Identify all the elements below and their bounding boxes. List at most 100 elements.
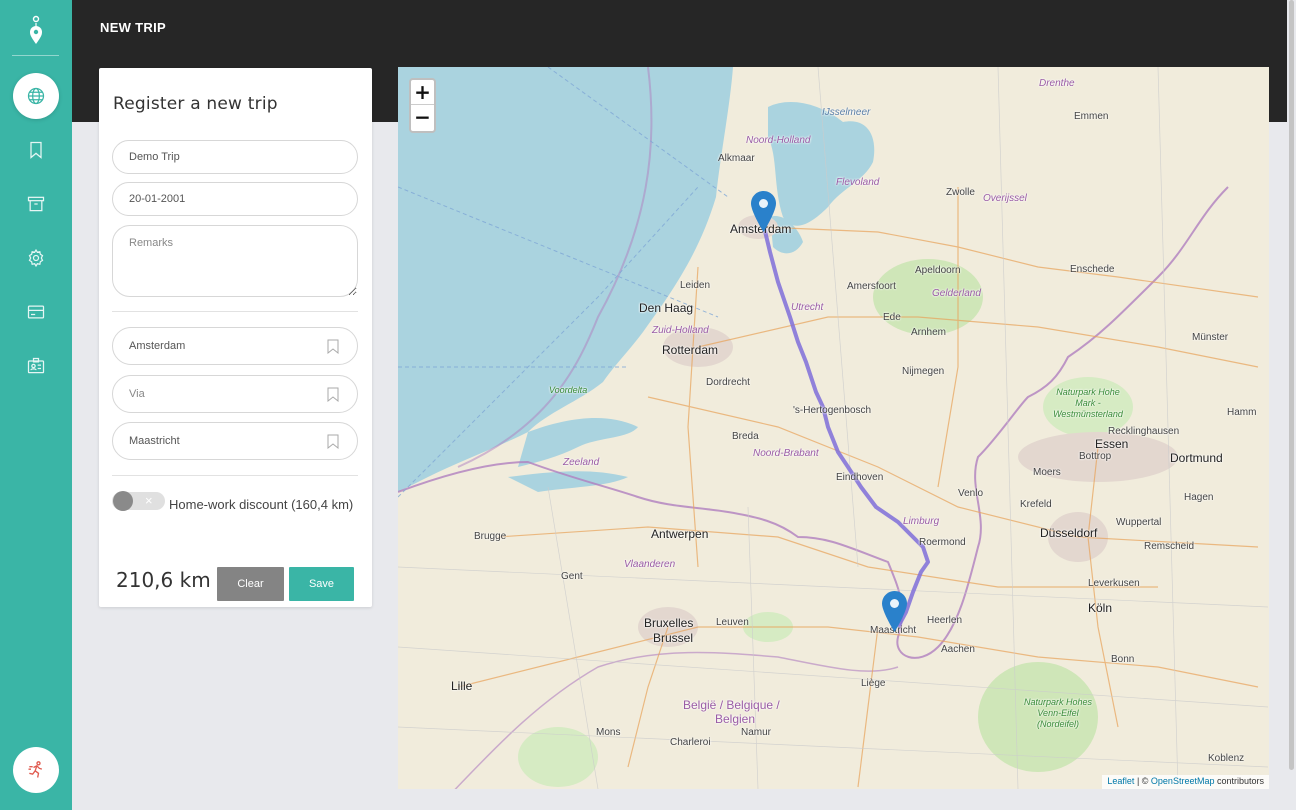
map-label-city: Ede [883,312,901,323]
map-label-city: Nijmegen [902,366,945,377]
map-label-city: Zwolle [946,187,975,198]
activity-button[interactable] [13,747,59,793]
map-label-city: Bottrop [1079,451,1112,462]
map-label-city: Antwerpen [651,527,709,541]
zoom-out-button[interactable]: − [411,105,434,130]
trip-distance: 210,6 km [116,568,211,592]
map-label-city: Gent [561,571,583,582]
credit-card-icon [27,305,45,319]
remarks-textarea[interactable] [112,225,358,297]
map-label-region: Zeeland [563,457,600,468]
bookmark-icon[interactable] [327,339,339,354]
map-label-city: Aachen [941,644,975,655]
toggle-knob [113,491,133,511]
id-card-icon [27,357,45,374]
map-label-region: Noord-Brabant [753,448,819,459]
nav-archive[interactable] [12,182,60,226]
openstreetmap-link[interactable]: OpenStreetMap [1151,776,1215,786]
trip-date-input[interactable] [112,182,358,216]
map-attribution: Leaflet | © OpenStreetMap contributors [1102,775,1269,789]
map-label-city: Liège [861,678,886,689]
map-label-city: Eindhoven [836,472,884,483]
via-input[interactable] [113,376,313,412]
location-pin-logo-icon [30,15,42,44]
map-label-city: Emmen [1074,111,1109,122]
map-label-city: Krefeld [1020,499,1052,510]
nav-settings[interactable] [12,236,60,280]
trip-name-input[interactable] [112,140,358,174]
map-label-city: Bruxelles [644,616,694,630]
map-label-city: Brussel [653,631,694,645]
map-label-city: Hamm [1227,407,1257,418]
archive-icon [27,196,45,212]
runner-icon [28,761,43,778]
map-label-city: Recklinghausen [1108,426,1180,437]
map-label-park: Naturpark Hohes Venn-Eifel (Nordeifel) [1023,697,1093,729]
nav-payment[interactable] [12,290,60,334]
map-label-city: Moers [1033,467,1061,478]
attribution-separator: | © [1134,776,1151,786]
destination-marker-pin-icon[interactable] [882,591,907,632]
origin-marker-pin-icon[interactable] [751,191,776,232]
bookmark-icon [30,141,42,159]
map-label-city: Düsseldorf [1040,526,1098,540]
map-label-region: Limburg [903,516,940,527]
origin-input[interactable] [113,328,313,364]
map-label-city: Namur [741,727,772,738]
origin-field [112,327,358,365]
map-label-city: Lille [451,679,473,693]
zoom-control: + − [409,78,436,133]
attribution-contributors: contributors [1214,776,1264,786]
leaflet-link[interactable]: Leaflet [1107,776,1134,786]
route-map[interactable]: Amsterdam Alkmaar Leiden Den Haag Rotter… [398,67,1269,789]
close-icon: × [145,493,153,508]
nav-profile[interactable] [12,344,60,388]
map-label-city: Köln [1088,601,1113,615]
map-label-region: Flevoland [836,177,880,188]
map-label-city: Apeldoorn [915,265,961,276]
gear-icon [28,248,44,268]
globe-icon [27,87,45,105]
sidebar [0,0,72,810]
zoom-in-button[interactable]: + [411,80,434,105]
map-label-city: Utrecht [791,302,824,313]
clear-button[interactable]: Clear [217,567,284,601]
via-field [112,375,358,413]
map-label-city: Leverkusen [1088,578,1140,589]
map-label-city: Münster [1192,332,1229,343]
map-label-region: Overijssel [983,193,1027,204]
map-label-country: Belgien [715,712,756,726]
register-trip-card: Register a new trip Home-work discount (… [99,68,372,607]
logo-divider [12,55,59,56]
nav-bookmarks[interactable] [12,128,60,172]
nav-map[interactable] [13,73,59,119]
map-label-water: Voordelta [549,385,588,395]
page-scrollbar[interactable] [1287,0,1296,810]
map-label-region: Gelderland [932,288,981,299]
map-label-city: Roermond [919,537,966,548]
map-label-region: Vlaanderen [624,559,676,570]
form-divider [112,475,358,476]
map-label-park: Naturpark Hohe Mark - Westmünsterland [1053,387,1123,419]
map-label-region: Drenthe [1039,78,1075,89]
map-label-region: Zuid-Holland [652,325,709,336]
bookmark-icon[interactable] [327,434,339,449]
map-label-city: Remscheid [1144,541,1195,552]
map-label-city: Heerlen [927,615,963,626]
map-label-city: Mons [596,727,621,738]
destination-input[interactable] [113,423,313,459]
map-label-city: Hagen [1184,492,1214,503]
page-title: NEW TRIP [100,20,166,35]
map-label-city: Dordrecht [706,377,750,388]
save-button[interactable]: Save [289,567,354,601]
destination-field [112,422,358,460]
map-label-city: Koblenz [1208,753,1245,764]
map-label-city: Alkmaar [718,153,755,164]
form-divider [112,311,358,312]
scrollbar-thumb[interactable] [1289,0,1294,770]
map-label-city: Breda [732,431,759,442]
map-label-city: Enschede [1070,264,1115,275]
bookmark-icon[interactable] [327,387,339,402]
map-label-city: Amersfoort [847,281,896,292]
home-work-discount-toggle[interactable]: × [112,491,165,511]
